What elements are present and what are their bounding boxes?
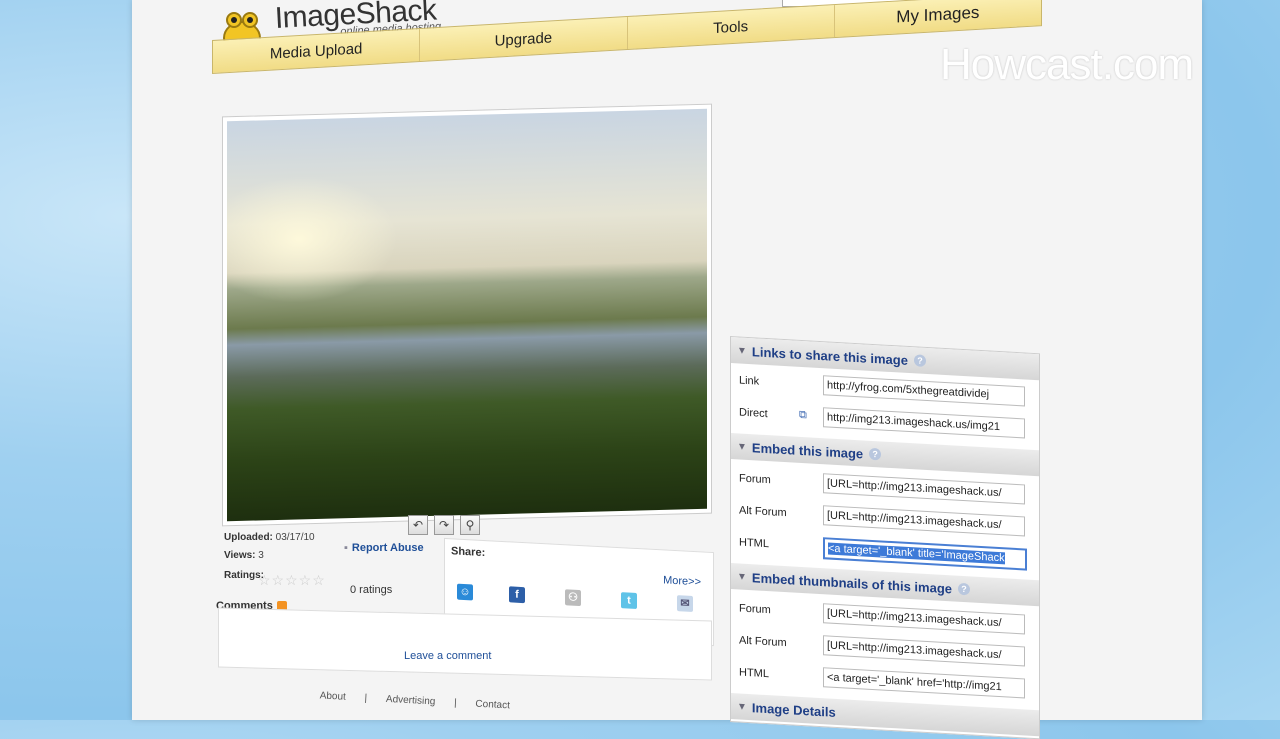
messenger-icon[interactable]: ☺ [457, 583, 473, 601]
views-label: Views: [224, 550, 256, 561]
footer-links: About | Advertising | Contact [311, 690, 518, 712]
comments-box [218, 607, 712, 681]
landscape-photo[interactable] [227, 108, 707, 522]
twitter-icon[interactable]: t [621, 592, 637, 610]
thumb-html-input[interactable]: <a target='_blank' href='http://img21 [823, 667, 1025, 699]
footer-sep-2: | [453, 697, 457, 709]
tab-my-images[interactable]: My Images [835, 0, 1041, 37]
report-abuse-link[interactable]: ▪ Report Abuse [344, 542, 424, 554]
embed-forum-input[interactable]: [URL=http://img213.imageshack.us/ [823, 473, 1025, 505]
footer-contact[interactable]: Contact [475, 699, 510, 712]
html-label: HTML [739, 536, 769, 551]
footer-sep-1: | [364, 692, 368, 704]
help-icon[interactable]: ? [957, 582, 970, 596]
collapse-icon: ▼ [737, 700, 747, 713]
ratings-count: 0 ratings [350, 584, 393, 596]
zoom-icon[interactable]: ⚲ [460, 515, 480, 535]
rating-stars[interactable]: ☆☆☆☆☆ [258, 572, 326, 589]
more-share-link[interactable]: More>> [663, 574, 701, 588]
uploaded-value: 03/17/10 [275, 532, 315, 543]
thumb-alt-forum-input[interactable]: [URL=http://img213.imageshack.us/ [823, 635, 1025, 667]
image-preview [222, 103, 712, 527]
bullet-icon: ▪ [344, 542, 348, 554]
leave-comment-link[interactable]: Leave a comment [404, 650, 491, 662]
link-input[interactable]: http://yfrog.com/5xthegreatdividej [823, 375, 1025, 407]
footer-about[interactable]: About [319, 690, 346, 702]
alt-forum-label: Alt Forum [739, 504, 787, 520]
direct-label: Direct [739, 406, 768, 421]
html-label: HTML [739, 666, 769, 681]
email-icon[interactable]: ✉ [677, 595, 693, 612]
rotate-right-icon[interactable]: ↷ [434, 515, 454, 535]
tab-upgrade[interactable]: Upgrade [420, 17, 628, 61]
link-label: Link [739, 374, 760, 388]
embed-html-input[interactable]: <a target='_blank' title='ImageShack [823, 537, 1027, 571]
help-icon[interactable]: ? [913, 354, 926, 367]
uploaded-label: Uploaded: [224, 532, 273, 543]
imageshack-page: ImageShack online media hosting Media Up… [132, 0, 1202, 739]
facebook-icon[interactable]: f [509, 586, 525, 604]
howcast-watermark: Howcast.com [940, 40, 1194, 89]
share-links-panel: ▼ Links to share this image ? Link http:… [730, 336, 1040, 739]
tab-tools[interactable]: Tools [627, 5, 835, 50]
collapse-icon: ▼ [737, 570, 747, 583]
external-link-icon[interactable]: ⧉ [799, 409, 807, 422]
collapse-icon: ▼ [737, 440, 747, 453]
views-value: 3 [258, 550, 264, 561]
share-label: Share: [451, 545, 486, 560]
help-icon[interactable]: ? [869, 447, 882, 461]
forum-label: Forum [739, 602, 771, 617]
footer-advertising[interactable]: Advertising [386, 694, 436, 708]
alt-forum-label: Alt Forum [739, 634, 787, 650]
forum-label: Forum [739, 472, 771, 487]
image-info: Uploaded: 03/17/10 Views: 3 Ratings: ☆☆☆… [218, 522, 434, 598]
myspace-icon[interactable]: ⚇ [565, 589, 581, 607]
thumb-forum-input[interactable]: [URL=http://img213.imageshack.us/ [823, 603, 1025, 635]
collapse-icon: ▼ [737, 344, 747, 357]
direct-input[interactable]: http://img213.imageshack.us/img21 [823, 407, 1025, 439]
embed-alt-forum-input[interactable]: [URL=http://img213.imageshack.us/ [823, 505, 1025, 537]
